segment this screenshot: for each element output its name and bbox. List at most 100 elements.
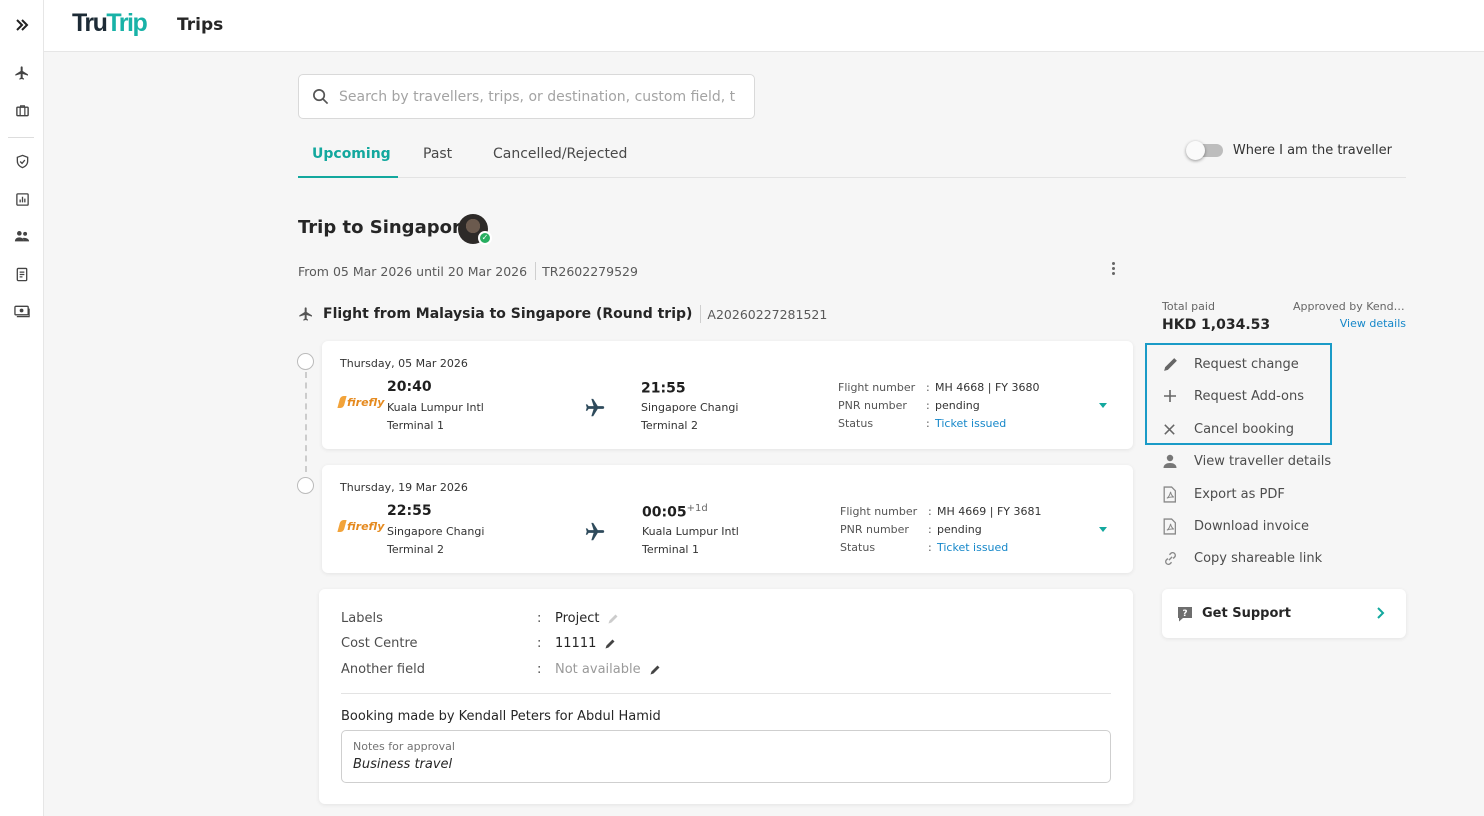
view-traveller-details-button[interactable]: View traveller details	[1162, 451, 1331, 471]
more-options-icon[interactable]	[1106, 258, 1120, 278]
timeline-dot	[297, 477, 314, 494]
request-addons-button[interactable]: Request Add-ons	[1162, 386, 1304, 406]
departure-terminal: Terminal 1	[387, 419, 444, 432]
flight-header: Flight from Malaysia to Singapore (Round…	[298, 305, 827, 323]
field-value: Project	[555, 611, 600, 626]
person-icon	[1162, 451, 1184, 471]
search-input[interactable]	[339, 75, 754, 118]
departure-place: Kuala Lumpur Intl Terminal 1	[387, 399, 484, 435]
help-icon: ?	[1178, 606, 1192, 621]
download-invoice-button[interactable]: Download invoice	[1162, 516, 1309, 536]
tab-upcoming[interactable]: Upcoming	[312, 146, 391, 162]
arrival-place: Kuala Lumpur Intl Terminal 1	[642, 523, 739, 559]
edit-pencil-icon[interactable]	[604, 638, 616, 650]
flight-info: Flight number: MH 4669 | FY 3681 PNR numb…	[840, 503, 1042, 557]
tab-cancelled-rejected[interactable]: Cancelled/Rejected	[493, 146, 627, 162]
notes-label: Notes for approval	[353, 740, 455, 753]
plus-icon	[1162, 386, 1184, 406]
chevron-down-icon[interactable]	[1099, 403, 1107, 408]
arrival-time: 00:05+1d	[642, 503, 708, 521]
field-labels: Labels: Project	[341, 611, 619, 626]
pnr-number: pending	[937, 523, 982, 536]
trip-title: Trip to Singapore	[298, 217, 474, 238]
status-link[interactable]: Ticket issued	[937, 539, 1008, 557]
plane-icon	[299, 307, 312, 321]
svg-text:?: ?	[1182, 609, 1187, 619]
field-value: Not available	[555, 662, 641, 677]
pdf-icon	[1162, 484, 1184, 504]
arrival-place: Singapore Changi Terminal 2	[641, 399, 738, 435]
field-value: 11111	[555, 636, 597, 651]
trip-id: TR2602279529	[542, 263, 638, 279]
arrival-terminal: Terminal 1	[642, 543, 699, 556]
chevron-down-icon[interactable]	[1099, 527, 1107, 532]
timeline-line	[305, 372, 307, 472]
segment-date: Thursday, 19 Mar 2026	[340, 481, 468, 494]
field-another: Another field: Not available	[341, 662, 661, 677]
departure-airport: Kuala Lumpur Intl	[387, 401, 484, 414]
notes-for-approval: Notes for approval Business travel	[341, 730, 1111, 783]
flight-title: Flight from Malaysia to Singapore (Round…	[323, 306, 693, 322]
flight-segment-card[interactable]: Thursday, 05 Mar 2026 firefly 20:40 Kual…	[322, 341, 1133, 449]
request-change-button[interactable]: Request change	[1162, 354, 1299, 374]
money-icon[interactable]	[0, 296, 44, 326]
search-icon	[313, 89, 329, 105]
flight-booking-id: A20260227281521	[707, 306, 828, 322]
timeline-dot	[297, 353, 314, 370]
get-support-button[interactable]: ? Get Support	[1162, 589, 1406, 638]
segment-date: Thursday, 05 Mar 2026	[340, 357, 468, 370]
airline-logo: firefly	[339, 520, 384, 533]
traveller-filter: Where I am the traveller	[1185, 141, 1392, 160]
departure-airport: Singapore Changi	[387, 525, 485, 538]
chevron-right-icon	[1377, 607, 1385, 619]
approved-by: Approved by Kenda...	[1293, 300, 1406, 313]
page-title: Trips	[177, 15, 224, 35]
traveller-toggle-label: Where I am the traveller	[1232, 143, 1392, 158]
pencil-icon	[1162, 354, 1184, 374]
flight-segment-card[interactable]: Thursday, 19 Mar 2026 firefly 22:55 Sing…	[322, 465, 1133, 573]
divider	[341, 693, 1111, 694]
report-icon[interactable]	[0, 184, 44, 214]
traveller-toggle[interactable]	[1185, 141, 1223, 160]
total-paid-value: HKD 1,034.53	[1162, 317, 1271, 333]
flight-info: Flight number: MH 4668 | FY 3680 PNR numb…	[838, 379, 1040, 433]
expand-icon[interactable]	[0, 10, 44, 40]
people-icon[interactable]	[0, 221, 44, 251]
edit-pencil-icon[interactable]	[649, 664, 661, 676]
booking-details-card: Labels: Project Cost Centre: 11111 Anoth…	[319, 589, 1133, 804]
flight-number: MH 4669 | FY 3681	[937, 505, 1042, 518]
link-icon	[1162, 548, 1184, 568]
trutrip-logo[interactable]: TruTrip	[72, 9, 148, 38]
arrival-terminal: Terminal 2	[641, 419, 698, 432]
airline-logo: firefly	[339, 396, 384, 409]
arrival-airport: Kuala Lumpur Intl	[642, 525, 739, 538]
field-cost-centre: Cost Centre: 11111	[341, 636, 616, 651]
export-pdf-button[interactable]: Export as PDF	[1162, 484, 1285, 504]
get-support-label: Get Support	[1202, 606, 1292, 621]
total-paid-label: Total paid	[1162, 300, 1215, 313]
copy-shareable-link-button[interactable]: Copy shareable link	[1162, 548, 1322, 568]
pnr-number: pending	[935, 399, 980, 412]
departure-place: Singapore Changi Terminal 2	[387, 523, 484, 559]
separator	[535, 262, 537, 280]
search-box	[298, 74, 755, 119]
status-link[interactable]: Ticket issued	[935, 415, 1006, 433]
trip-meta: From 05 Mar 2026 until 20 Mar 2026 TR260…	[298, 262, 638, 280]
trip-tabs: Upcoming Past Cancelled/Rejected Where I…	[298, 136, 1406, 178]
left-rail	[0, 0, 44, 816]
rail-divider	[8, 137, 34, 138]
booked-by-text: Booking made by Kendall Peters for Abdul…	[341, 709, 661, 724]
view-details-link[interactable]: View details	[1340, 317, 1406, 330]
document-icon[interactable]	[0, 259, 44, 289]
shield-icon[interactable]	[0, 146, 44, 176]
separator	[700, 305, 702, 323]
trip-dates: From 05 Mar 2026 until 20 Mar 2026	[298, 263, 528, 279]
tab-past[interactable]: Past	[423, 146, 452, 162]
suitcase-icon[interactable]	[0, 95, 44, 125]
flight-number: MH 4668 | FY 3680	[935, 381, 1040, 394]
plane-icon[interactable]	[0, 58, 44, 88]
edit-pencil-icon[interactable]	[607, 613, 619, 625]
cancel-booking-button[interactable]: Cancel booking	[1162, 419, 1294, 439]
toggle-knob	[1185, 141, 1205, 160]
close-icon	[1162, 419, 1184, 439]
